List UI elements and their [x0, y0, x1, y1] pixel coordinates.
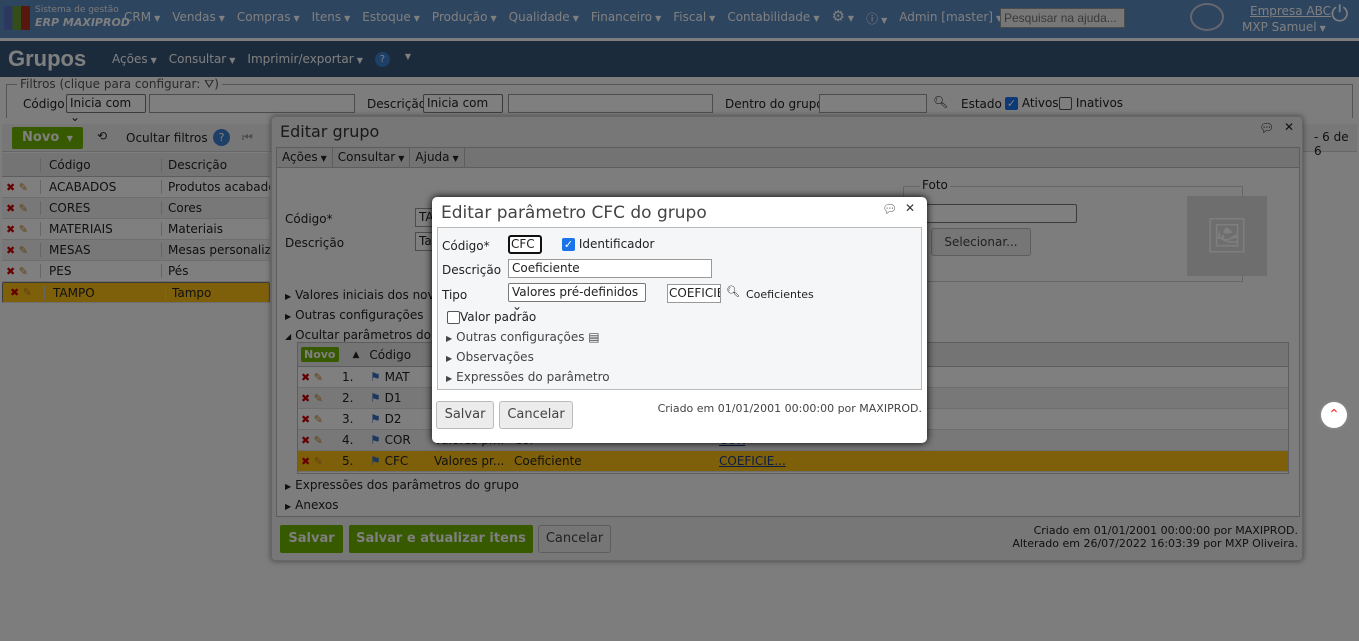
codigo-label: Código*	[442, 239, 490, 253]
search-icon[interactable]: 🔍︎	[726, 285, 740, 298]
tipo-select[interactable]: Valores pré-definidos ⌄	[508, 283, 646, 313]
close-icon[interactable]: ✕	[905, 201, 915, 215]
reference-description: Coeficientes	[746, 288, 814, 301]
salvar-button[interactable]: Salvar	[436, 401, 494, 429]
identificador-checkbox[interactable]: ✓ Identificador	[562, 237, 654, 251]
codigo-input[interactable]: CFC	[508, 235, 542, 254]
edit-parameter-dialog: Editar parâmetro CFC do grupo 💬︎ ✕ Códig…	[432, 197, 927, 443]
cancelar-button[interactable]: Cancelar	[499, 401, 573, 429]
section-observacoes[interactable]: ▶ Observações	[446, 348, 610, 368]
descricao-label: Descrição	[442, 263, 502, 277]
notes-icon: ▤	[588, 330, 600, 344]
created-info: Criado em 01/01/2001 00:00:00 por MAXIPR…	[657, 402, 922, 415]
tipo-label: Tipo	[442, 288, 468, 302]
reference-input[interactable]: COEFICIE	[667, 284, 721, 303]
section-outras-configuracoes[interactable]: ▶ Outras configurações ▤	[446, 328, 610, 348]
descricao-input[interactable]: Coeficiente	[508, 259, 712, 278]
valor-padrao-checkbox[interactable]: Valor padrão	[447, 310, 536, 324]
section-expressoes-parametro[interactable]: ▶ Expressões do parâmetro	[446, 368, 610, 388]
parameter-form: Código* CFC ✓ Identificador Descrição Co…	[437, 227, 922, 390]
feedback-widget-icon[interactable]: ⌃	[1321, 402, 1347, 428]
dialog-title: Editar parâmetro CFC do grupo	[441, 203, 707, 223]
chat-icon[interactable]: 💬︎	[882, 202, 897, 216]
